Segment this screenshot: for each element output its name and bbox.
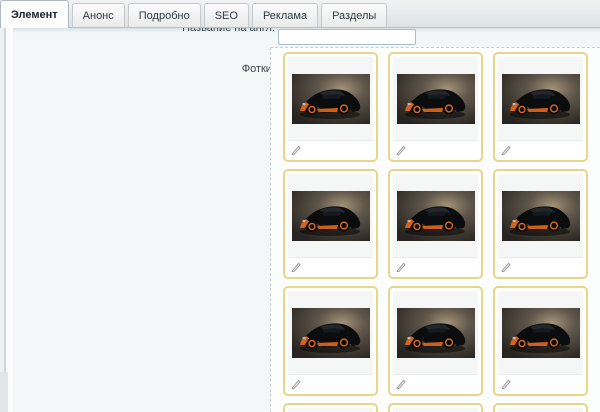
photo-card-6 — [493, 169, 588, 279]
edit-pencil-icon[interactable] — [291, 144, 302, 155]
car-photo-thumbnail[interactable] — [393, 408, 478, 412]
photo-card-3 — [493, 52, 588, 162]
tab-label: Реклама — [262, 9, 308, 22]
edit-pencil-icon[interactable] — [501, 261, 512, 272]
car-photo-thumbnail[interactable] — [288, 174, 373, 257]
edit-pencil-icon[interactable] — [501, 144, 512, 155]
edit-pencil-icon[interactable] — [291, 378, 302, 389]
tab-podrobno[interactable]: Подробно — [127, 3, 201, 27]
photo-card-footer — [498, 257, 583, 274]
photo-card-footer — [498, 140, 583, 157]
photo-grid — [283, 52, 600, 412]
photo-card-2 — [388, 52, 483, 162]
car-photo-thumbnail[interactable] — [288, 408, 373, 412]
left-gutter-inner — [6, 28, 13, 412]
tab-element[interactable]: Элемент — [0, 0, 69, 28]
photo-card-7 — [283, 286, 378, 396]
tab-label: Подробно — [138, 9, 190, 22]
tab-seo[interactable]: SEO — [203, 3, 249, 27]
car-photo-thumbnail[interactable] — [288, 57, 373, 140]
tab-label: SEO — [214, 9, 238, 22]
photo-card-8 — [388, 286, 483, 396]
name-en-input[interactable] — [278, 29, 416, 45]
car-photo-thumbnail[interactable] — [393, 291, 478, 374]
photo-card-footer — [288, 374, 373, 391]
form-content-pane: Название на англ: Фотки: — [0, 28, 600, 412]
edit-pencil-icon[interactable] — [396, 144, 407, 155]
photo-card-footer — [393, 257, 478, 274]
tab-reklama[interactable]: Реклама — [251, 3, 319, 27]
photo-card-11 — [388, 403, 483, 412]
left-scroll-hint — [0, 372, 8, 412]
photo-card-4 — [283, 169, 378, 279]
tab-label: Элемент — [11, 8, 58, 21]
photo-card-5 — [388, 169, 483, 279]
name-en-label: Название на англ: — [182, 28, 275, 34]
car-photo-thumbnail[interactable] — [498, 408, 583, 412]
photo-card-10 — [283, 403, 378, 412]
car-photo-thumbnail[interactable] — [393, 174, 478, 257]
car-photo-thumbnail[interactable] — [498, 174, 583, 257]
tab-razdely[interactable]: Разделы — [321, 3, 388, 27]
car-photo-thumbnail[interactable] — [498, 291, 583, 374]
cms-admin-window: Элемент Анонс Подробно SEO Реклама Разде… — [0, 0, 600, 412]
car-photo-thumbnail[interactable] — [393, 57, 478, 140]
photo-card-9 — [493, 286, 588, 396]
photo-card-footer — [288, 140, 373, 157]
car-photo-thumbnail[interactable] — [288, 291, 373, 374]
tab-label: Разделы — [332, 9, 377, 22]
photo-card-footer — [393, 374, 478, 391]
photo-card-footer — [288, 257, 373, 274]
car-photo-thumbnail[interactable] — [498, 57, 583, 140]
edit-pencil-icon[interactable] — [396, 261, 407, 272]
photos-dropzone — [270, 47, 600, 412]
tab-anons[interactable]: Анонс — [71, 3, 125, 27]
edit-pencil-icon[interactable] — [291, 261, 302, 272]
tab-label: Анонс — [82, 9, 114, 22]
edit-pencil-icon[interactable] — [396, 378, 407, 389]
photo-card-1 — [283, 52, 378, 162]
photo-card-12 — [493, 403, 588, 412]
photos-label: Фотки: — [241, 63, 275, 75]
tab-bar: Элемент Анонс Подробно SEO Реклама Разде… — [0, 0, 600, 28]
edit-pencil-icon[interactable] — [501, 378, 512, 389]
photo-card-footer — [393, 140, 478, 157]
photo-card-footer — [498, 374, 583, 391]
